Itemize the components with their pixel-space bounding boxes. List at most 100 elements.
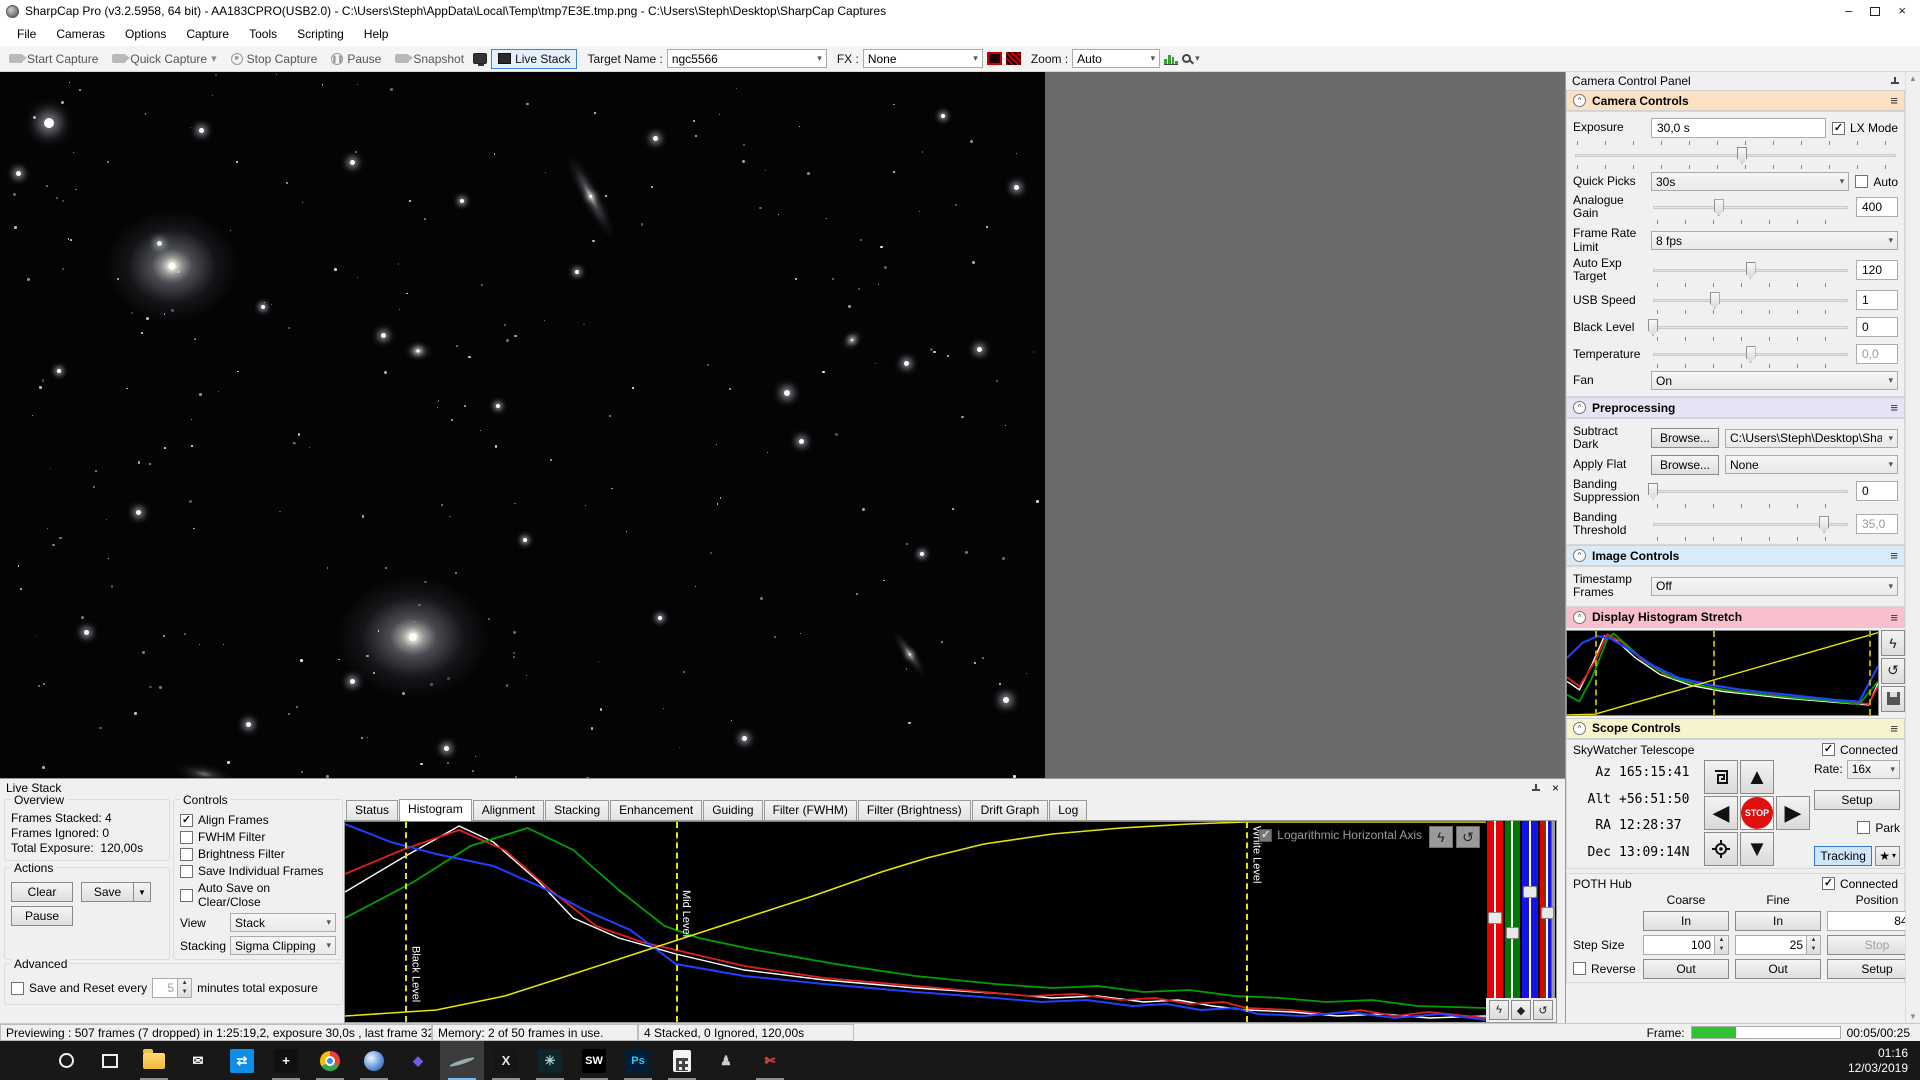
- fine-in-button[interactable]: In: [1735, 910, 1821, 931]
- collapse-icon[interactable]: ^: [1573, 721, 1586, 735]
- save-split-button[interactable]: Save ▼: [81, 882, 151, 902]
- menu-help[interactable]: Help: [355, 24, 398, 44]
- zoom-combo[interactable]: Auto ▾: [1072, 49, 1161, 68]
- magnifier-icon[interactable]: [1182, 54, 1192, 63]
- menu-tools[interactable]: Tools: [240, 24, 286, 44]
- fx-combo[interactable]: None ▾: [862, 49, 983, 68]
- taskbar-chrome-browser[interactable]: [308, 1041, 352, 1080]
- usb-speed-slider[interactable]: [1651, 290, 1850, 310]
- pin-icon[interactable]: [1531, 783, 1540, 793]
- coarse-out-button[interactable]: Out: [1643, 958, 1729, 979]
- align-frames-checkbox[interactable]: ✓ Align Frames: [180, 813, 336, 827]
- save-individual-frames-checkbox[interactable]: Save Individual Frames: [180, 864, 336, 878]
- start-capture-button[interactable]: Start Capture: [4, 50, 103, 68]
- taskbar-file-explorer[interactable]: [132, 1041, 176, 1080]
- sky-image[interactable]: [0, 72, 1045, 778]
- star-rate-button[interactable]: ★ ▾: [1875, 845, 1900, 866]
- black-level-line[interactable]: Black Level: [405, 822, 421, 1022]
- taskbar-gem-app[interactable]: ◆: [396, 1041, 440, 1080]
- menu-file[interactable]: File: [8, 24, 45, 44]
- menu-capture[interactable]: Capture: [177, 24, 238, 44]
- tab-stacking[interactable]: Stacking: [545, 800, 610, 820]
- taskbar-cortana-search[interactable]: [44, 1041, 88, 1080]
- quick-capture-button[interactable]: Quick Capture ▾: [107, 50, 221, 68]
- exposure-input[interactable]: 30,0 s: [1651, 118, 1826, 138]
- banding-threshold-slider[interactable]: [1651, 514, 1850, 534]
- reset-levels-icon[interactable]: ↺: [1533, 1000, 1553, 1020]
- auto-stretch-icon[interactable]: ϟ: [1881, 629, 1905, 656]
- auto-save-checkbox[interactable]: Auto Save on Clear/Close: [180, 881, 336, 909]
- timestamp-frames-combo[interactable]: Off ▾: [1651, 576, 1898, 596]
- tab-guiding[interactable]: Guiding: [703, 800, 763, 820]
- fwhm-filter-checkbox[interactable]: FWHM Filter: [180, 830, 336, 844]
- auto-stretch-icon[interactable]: ϟ: [1489, 1000, 1509, 1020]
- tab-histogram[interactable]: Histogram: [399, 799, 472, 821]
- taskbar-clock[interactable]: 01:16 12/03/2019: [1836, 1041, 1920, 1080]
- coarse-in-button[interactable]: In: [1643, 910, 1729, 931]
- subtract-dark-browse-button[interactable]: Browse...: [1651, 428, 1720, 449]
- menu-icon[interactable]: ≡: [1890, 400, 1898, 415]
- fine-out-button[interactable]: Out: [1735, 958, 1821, 979]
- display-icon[interactable]: [473, 53, 488, 66]
- taskbar-task-view[interactable]: [88, 1041, 132, 1080]
- menu-icon[interactable]: ≡: [1890, 721, 1898, 736]
- scope-setup-button[interactable]: Setup: [1814, 789, 1900, 810]
- all-level-slider[interactable]: [1539, 821, 1555, 998]
- save-stretch-icon[interactable]: [1881, 685, 1905, 712]
- tab-filter-fwhm[interactable]: Filter (FWHM): [763, 800, 857, 820]
- stop-slew-button[interactable]: STOP: [1740, 795, 1774, 830]
- taskbar-teamviewer[interactable]: ⇄: [220, 1041, 264, 1080]
- preprocessing-header[interactable]: ^ Preprocessing ≡: [1566, 397, 1905, 419]
- taskbar-sharpcap[interactable]: [440, 1041, 484, 1080]
- banding-suppression-slider[interactable]: [1647, 481, 1850, 501]
- tracking-button[interactable]: Tracking: [1814, 845, 1873, 866]
- lx-mode-checkbox[interactable]: ✓ LX Mode: [1831, 121, 1898, 135]
- taskbar-astro-chart-app[interactable]: ✳: [528, 1041, 572, 1080]
- menu-icon[interactable]: ≡: [1890, 610, 1898, 625]
- slew-right-button[interactable]: ▶: [1776, 795, 1810, 830]
- snapshot-button[interactable]: Snapshot: [390, 50, 469, 68]
- taskbar-start-button[interactable]: [0, 1041, 44, 1080]
- close-icon[interactable]: ×: [1552, 781, 1559, 795]
- gain-slider[interactable]: [1651, 197, 1850, 217]
- poth-connected-checkbox[interactable]: ✓ Connected: [1821, 877, 1898, 891]
- histogram-toggle-icon[interactable]: [1164, 53, 1179, 65]
- tab-filter-brightness[interactable]: Filter (Brightness): [857, 800, 971, 820]
- minutes-spinner[interactable]: 5 ▲ ▼: [152, 978, 193, 998]
- midtone-icon[interactable]: ◆: [1511, 1000, 1531, 1020]
- chevron-down-icon[interactable]: ▾: [1195, 53, 1200, 64]
- auto-exposure-checkbox[interactable]: Auto: [1855, 175, 1898, 189]
- menu-icon[interactable]: ≡: [1890, 548, 1898, 563]
- rate-combo[interactable]: 16x ▾: [1846, 759, 1900, 779]
- chevron-down-icon[interactable]: ▼: [133, 882, 151, 902]
- auto-stretch-icon[interactable]: ϟ: [1429, 826, 1453, 848]
- fine-step-spinner[interactable]: 25 ▲ ▼: [1735, 934, 1821, 955]
- histogram-stretch-header[interactable]: ^ Display Histogram Stretch ≡: [1566, 606, 1905, 628]
- brightness-filter-checkbox[interactable]: Brightness Filter: [180, 847, 336, 861]
- stacking-combo[interactable]: Sigma Clipping ▾: [230, 936, 336, 955]
- temperature-slider[interactable]: [1651, 344, 1850, 364]
- auto-exp-target-slider[interactable]: [1651, 260, 1850, 280]
- menu-options[interactable]: Options: [116, 24, 175, 44]
- slew-left-button[interactable]: ◀: [1704, 795, 1738, 830]
- mini-histogram[interactable]: [1566, 629, 1879, 716]
- exposure-slider[interactable]: [1573, 145, 1898, 165]
- subtract-dark-combo[interactable]: C:\Users\Steph\Desktop\SharpC...▾: [1725, 428, 1898, 448]
- taskbar-dark-figure-app[interactable]: ♟: [704, 1041, 748, 1080]
- taskbar-x-app[interactable]: X: [484, 1041, 528, 1080]
- taskbar-guiding-app[interactable]: ✄: [748, 1041, 792, 1080]
- taskbar-plus-app[interactable]: +: [264, 1041, 308, 1080]
- slew-down-button[interactable]: ▼: [1740, 831, 1774, 866]
- pause-stack-button[interactable]: Pause: [11, 906, 73, 926]
- reverse-checkbox[interactable]: Reverse: [1573, 962, 1637, 976]
- reset-stretch-icon[interactable]: ↺: [1881, 657, 1905, 684]
- taskbar-blue-orb-app[interactable]: [352, 1041, 396, 1080]
- scope-controls-header[interactable]: ^ Scope Controls ≡: [1566, 717, 1905, 739]
- white-level-line[interactable]: White Level: [1246, 822, 1262, 1022]
- usb-speed-input[interactable]: 1: [1856, 290, 1898, 311]
- save-reset-checkbox[interactable]: [11, 981, 24, 995]
- panel-scrollbar[interactable]: ▲ ▼: [1905, 72, 1920, 1023]
- black-level-slider[interactable]: [1647, 317, 1850, 337]
- black-level-input[interactable]: 0: [1856, 317, 1898, 338]
- clear-button[interactable]: Clear: [11, 882, 73, 902]
